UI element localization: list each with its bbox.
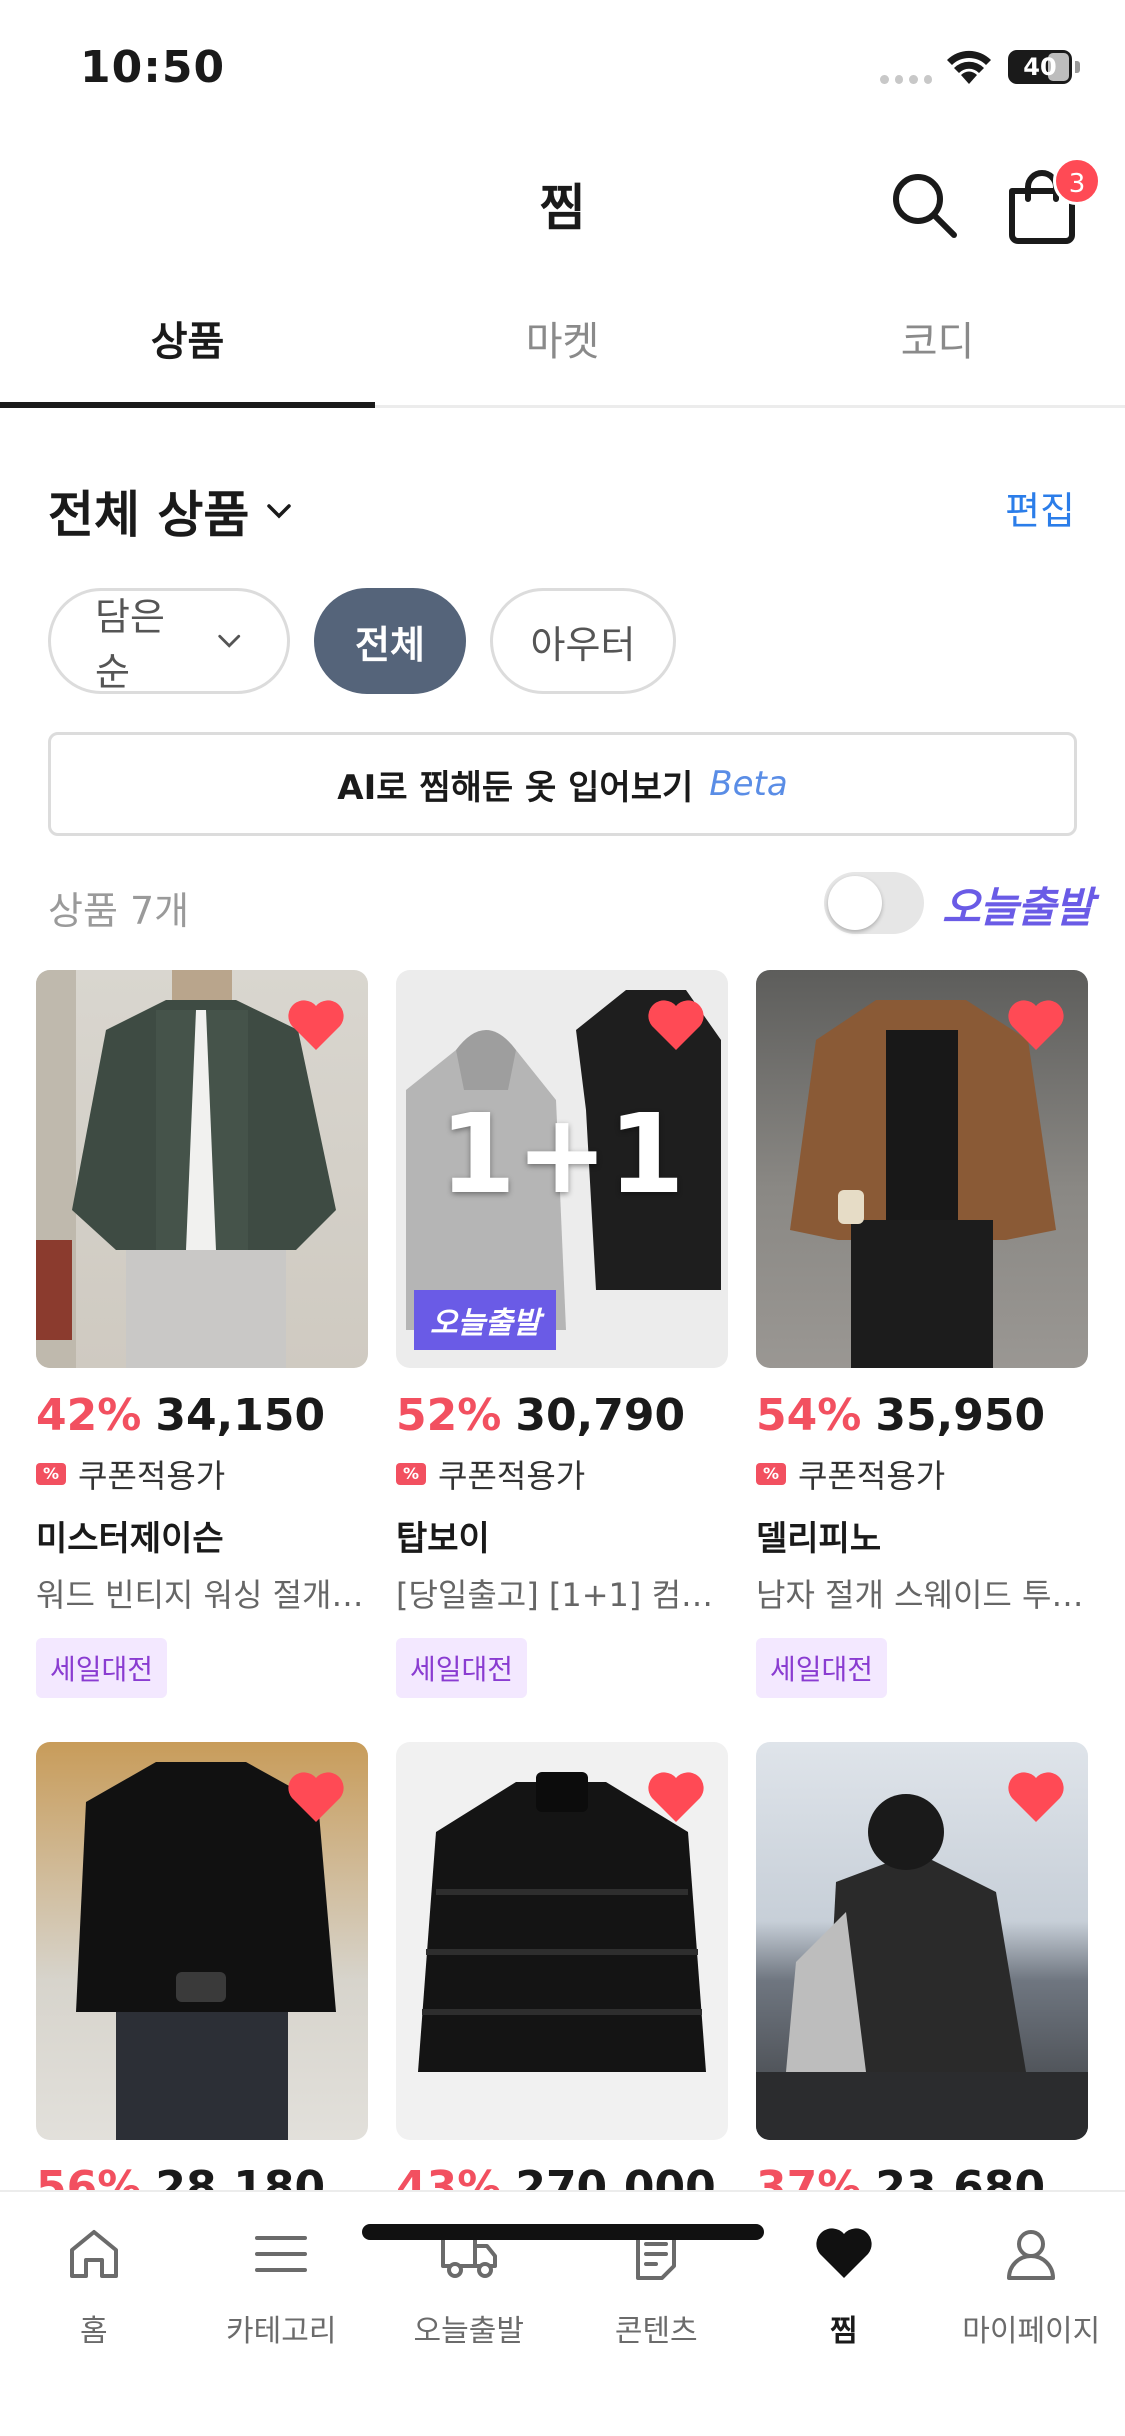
edit-button[interactable]: 편집 [1005,480,1075,535]
beta-label: Beta [709,764,788,804]
menu-icon [255,2236,308,2272]
user-icon [1007,2230,1056,2280]
today-delivery-toggle[interactable] [824,872,924,934]
ai-try-on-label: AI로 찜해둔 옷 입어보기 [337,767,694,808]
sale-badge: 세일대전 [396,1638,528,1698]
heart-icon[interactable] [646,1770,706,1824]
tab-bar: 상품 마켓 코디 [0,300,1125,408]
today-delivery-label: 오늘출발 [942,883,1094,932]
today-delivery-badge: 오늘출발 [414,1290,557,1350]
nav-today-delivery[interactable]: 오늘출발 [375,2192,563,2362]
nav-label: 홈 [79,2314,108,2349]
brand-name: 탑보이 [396,1519,490,1559]
home-indicator[interactable] [362,2224,764,2240]
nav-label: 찜 [829,2314,858,2349]
category-dropdown[interactable]: 전체 상품 [48,475,295,547]
brand-name: 미스터제이슨 [36,1519,224,1559]
nav-wishlist[interactable]: 찜 [750,2192,938,2362]
price: 35,950 [875,1390,1046,1441]
discount-rate: 42% [36,1390,142,1441]
discount-rate: 54% [756,1390,862,1441]
coupon-label: 쿠폰적용가 [798,1457,946,1495]
product-image[interactable]: 1+1 오늘출발 [396,970,728,1368]
battery-icon: 40 [1008,50,1080,84]
coupon-icon: % [756,1463,786,1485]
tab-markets[interactable]: 마켓 [375,300,750,405]
product-image[interactable] [396,1742,728,2140]
product-image[interactable] [756,970,1088,1368]
sale-badge: 세일대전 [756,1638,888,1698]
coupon-label: 쿠폰적용가 [78,1457,226,1495]
nav-label: 마이페이지 [962,2314,1101,2349]
sort-label: 담은순 [95,595,165,694]
price: 30,790 [515,1390,686,1441]
heart-icon[interactable] [646,998,706,1052]
product-image[interactable] [36,1742,368,2140]
nav-home[interactable]: 홈 [0,2192,188,2362]
wifi-icon [947,50,991,84]
cart-count-badge: 3 [1053,157,1101,205]
chevron-down-icon [267,504,292,519]
heart-icon[interactable] [286,1770,346,1824]
filter-outer-chip[interactable]: 아우터 [490,588,676,694]
sale-badge: 세일대전 [36,1638,168,1698]
nav-label: 카테고리 [226,2314,337,2349]
discount-rate: 52% [396,1390,502,1441]
status-time: 10:50 [80,42,226,93]
coupon-label: 쿠폰적용가 [438,1457,586,1495]
status-bar: 10:50 40 [0,0,1125,135]
product-card[interactable]: 1+1 오늘출발 52% 30,790 % 쿠폰적용가 탑보이 [당일출고] [1… [396,970,728,1742]
coupon-icon: % [36,1463,66,1485]
nav-label: 오늘출발 [413,2314,524,2349]
product-name: [당일출고] [1+1] 컴포트 후드집업 [396,1576,728,1614]
search-icon[interactable] [884,165,964,245]
heart-icon[interactable] [286,998,346,1052]
nav-contents[interactable]: 콘텐츠 [563,2192,751,2362]
sort-dropdown[interactable]: 담은순 [48,588,290,694]
product-name: 남자 절개 스웨이드 투웨이 자켓 [756,1576,1088,1614]
product-count: 상품 7개 [48,889,190,933]
tab-products[interactable]: 상품 [0,300,375,408]
home-icon [69,2230,118,2278]
filter-all-chip[interactable]: 전체 [314,588,466,694]
category-dropdown-label: 전체 상품 [48,486,250,544]
heart-icon[interactable] [1006,1770,1066,1824]
product-name: 워드 빈티지 워싱 절개 데님 자켓 [36,1576,368,1614]
filter-chips: 담은순 전체 아우터 [48,588,676,694]
battery-level: 40 [1023,53,1057,81]
brand-name: 델리피노 [756,1519,882,1559]
product-image[interactable] [36,970,368,1368]
product-card[interactable]: 42% 34,150 % 쿠폰적용가 미스터제이슨 워드 빈티지 워싱 절개 데님… [36,970,368,1742]
nav-label: 콘텐츠 [614,2314,698,2349]
nav-category[interactable]: 카테고리 [188,2192,376,2362]
price: 34,150 [155,1390,326,1441]
product-image[interactable] [756,1742,1088,2140]
tab-coordi[interactable]: 코디 [750,300,1125,405]
heart-icon[interactable] [1006,998,1066,1052]
ai-try-on-button[interactable]: AI로 찜해둔 옷 입어보기 Beta [48,732,1077,836]
heart-icon [816,2228,872,2278]
cellular-signal-icon [880,75,932,85]
coupon-icon: % [396,1463,426,1485]
chevron-down-icon [217,634,240,648]
product-card[interactable]: 54% 35,950 % 쿠폰적용가 델리피노 남자 절개 스웨이드 투웨이 자켓… [756,970,1088,1742]
image-overlay-text: 1+1 [439,1090,685,1218]
nav-mypage[interactable]: 마이페이지 [938,2192,1125,2362]
